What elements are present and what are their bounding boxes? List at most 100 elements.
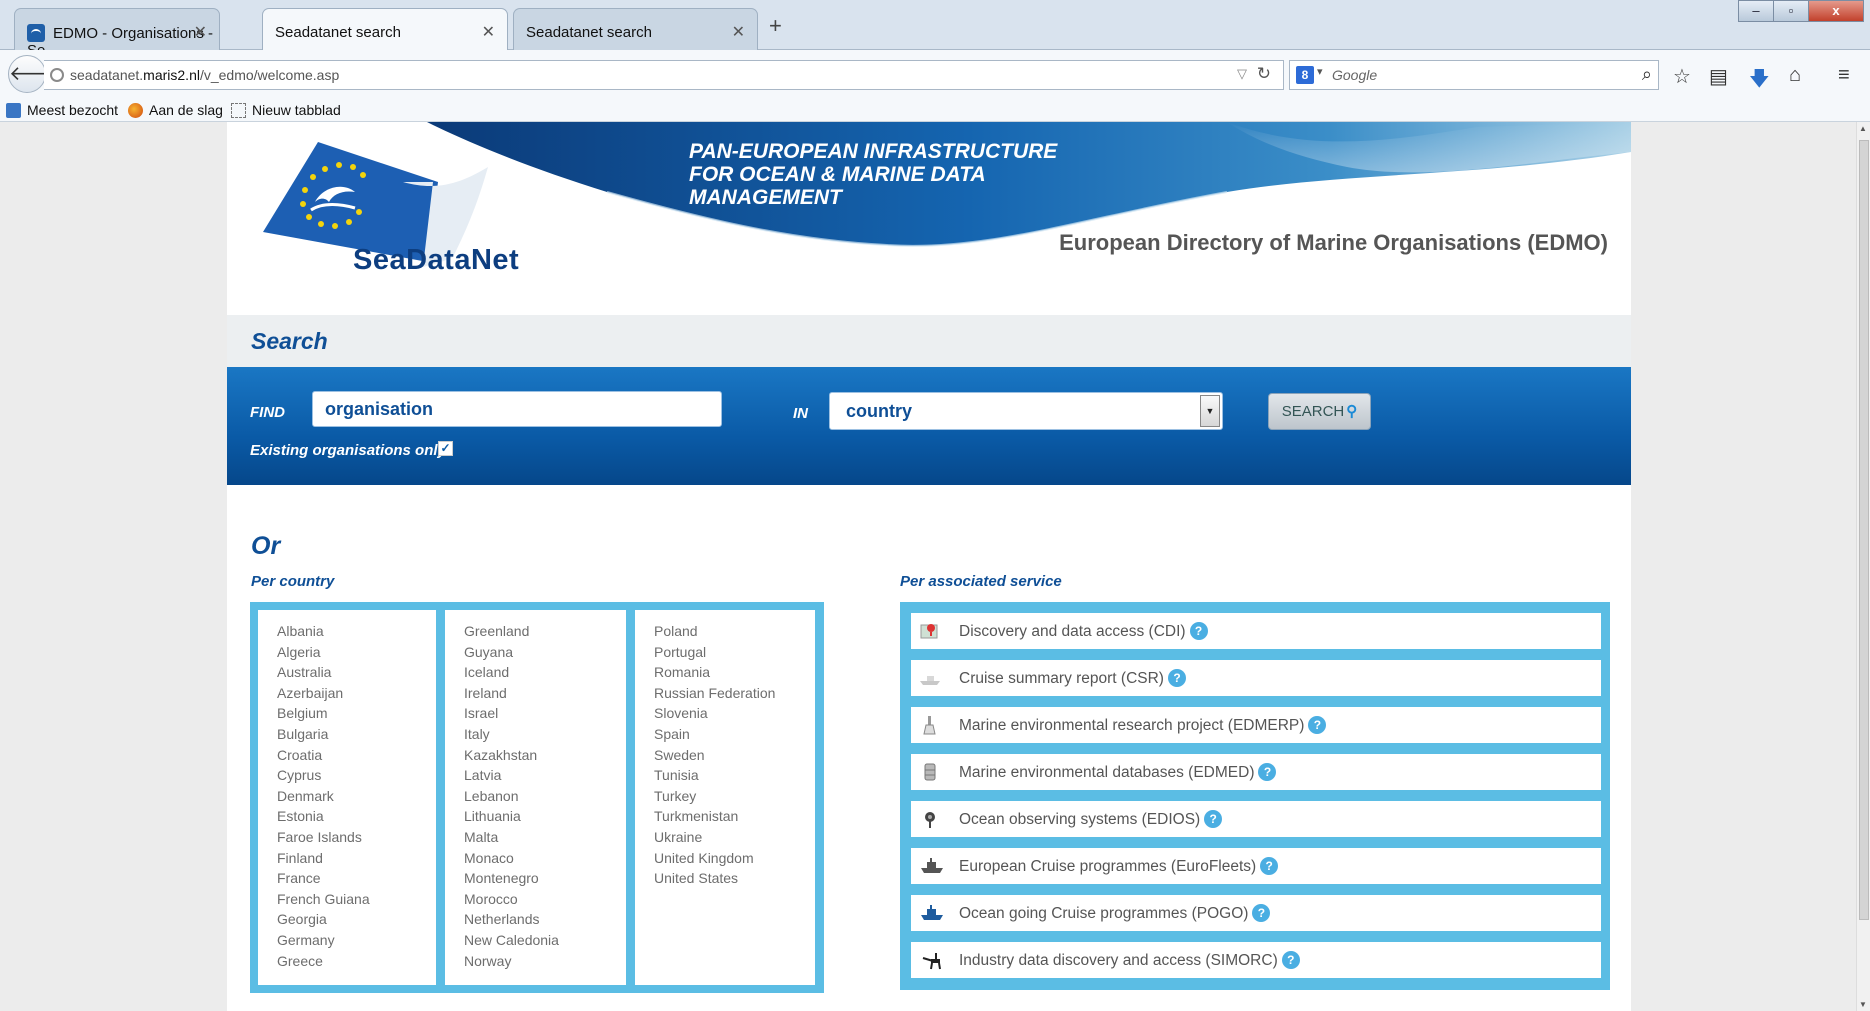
find-input[interactable] — [312, 391, 722, 427]
country-link[interactable]: Iceland — [464, 662, 626, 683]
new-tab-button[interactable]: + — [769, 13, 782, 39]
country-link[interactable]: Turkmenistan — [654, 806, 815, 827]
site-identity-globe-icon[interactable] — [50, 68, 64, 82]
country-link[interactable]: Kazakhstan — [464, 745, 626, 766]
country-link[interactable]: Georgia — [277, 909, 436, 930]
service-item-simorc[interactable]: Industry data discovery and access (SIMO… — [911, 942, 1601, 978]
country-link[interactable]: New Caledonia — [464, 930, 626, 951]
country-link[interactable]: Belgium — [277, 703, 436, 724]
minimize-button[interactable]: – — [1738, 0, 1774, 22]
help-icon[interactable]: ? — [1281, 951, 1300, 969]
downloads-icon[interactable]: 🡇 — [1749, 64, 1770, 98]
close-window-button[interactable]: x — [1808, 0, 1864, 22]
country-link[interactable]: Russian Federation — [654, 683, 815, 704]
seadatanet-logo[interactable]: SeaDataNet — [263, 142, 519, 292]
country-link[interactable]: Estonia — [277, 806, 436, 827]
web-search-box[interactable]: 8 ▾ Google ⌕ — [1289, 60, 1659, 90]
help-icon[interactable]: ? — [1252, 904, 1271, 922]
country-link[interactable]: Norway — [464, 951, 626, 972]
service-item-pogo[interactable]: Ocean going Cruise programmes (POGO)? — [911, 895, 1601, 931]
service-item-edmerp[interactable]: Marine environmental research project (E… — [911, 707, 1601, 743]
service-item-cdi[interactable]: Discovery and data access (CDI)? — [911, 613, 1601, 649]
in-select[interactable]: country ▼ — [829, 392, 1223, 430]
url-history-dropdown-icon[interactable]: ▽ — [1237, 66, 1247, 82]
browser-tab-seadatanet-search-active[interactable]: Seadatanet search ✕ — [262, 8, 508, 51]
menu-icon[interactable]: ≡ — [1838, 64, 1850, 87]
maximize-button[interactable]: ▫ — [1773, 0, 1809, 22]
browser-tab-seadatanet-search[interactable]: Seadatanet search ✕ — [513, 8, 758, 50]
help-icon[interactable]: ? — [1204, 810, 1223, 828]
country-link[interactable]: Monaco — [464, 848, 626, 869]
scroll-down-icon[interactable]: ▼ — [1859, 1000, 1867, 1009]
bookmarks-list-icon[interactable]: ▤ — [1709, 64, 1728, 89]
country-link[interactable]: Lebanon — [464, 786, 626, 807]
country-link[interactable]: Malta — [464, 827, 626, 848]
bookmark-nieuw-tabblad[interactable]: Nieuw tabblad — [231, 102, 341, 118]
country-link[interactable]: Latvia — [464, 765, 626, 786]
country-link[interactable]: Bulgaria — [277, 724, 436, 745]
reload-icon[interactable]: ↻ — [1257, 64, 1271, 84]
existing-only-checkbox[interactable]: ✓ — [438, 441, 453, 456]
chevron-down-icon[interactable]: ▼ — [1200, 395, 1220, 427]
country-link[interactable]: Morocco — [464, 889, 626, 910]
country-link[interactable]: Croatia — [277, 745, 436, 766]
country-link[interactable]: Romania — [654, 662, 815, 683]
search-button[interactable]: SEARCH ⚲ — [1268, 393, 1371, 430]
country-link[interactable]: French Guiana — [277, 889, 436, 910]
country-link[interactable]: Italy — [464, 724, 626, 745]
bookmark-star-icon[interactable]: ☆ — [1673, 64, 1691, 89]
country-link[interactable]: Turkey — [654, 786, 815, 807]
tab-close-icon[interactable]: ✕ — [194, 22, 207, 42]
country-link[interactable]: United States — [654, 868, 815, 889]
country-link[interactable]: Sweden — [654, 745, 815, 766]
help-icon[interactable]: ? — [1308, 716, 1327, 734]
country-link[interactable]: Australia — [277, 662, 436, 683]
country-link[interactable]: Netherlands — [464, 909, 626, 930]
country-link[interactable]: Portugal — [654, 642, 815, 663]
home-icon[interactable]: ⌂ — [1789, 64, 1801, 87]
country-link[interactable]: Poland — [654, 621, 815, 642]
country-link[interactable]: Albania — [277, 621, 436, 642]
country-link[interactable]: Israel — [464, 703, 626, 724]
help-icon[interactable]: ? — [1189, 622, 1208, 640]
country-link[interactable]: Finland — [277, 848, 436, 869]
country-link[interactable]: Greenland — [464, 621, 626, 642]
service-item-eurofleets[interactable]: European Cruise programmes (EuroFleets)? — [911, 848, 1601, 884]
page-scrollbar[interactable]: ▲ ▼ — [1856, 122, 1870, 1011]
country-link[interactable]: Tunisia — [654, 765, 815, 786]
country-link[interactable]: Lithuania — [464, 806, 626, 827]
country-link[interactable]: United Kingdom — [654, 848, 815, 869]
search-engine-google-icon[interactable]: 8 — [1296, 66, 1314, 84]
scroll-up-icon[interactable]: ▲ — [1859, 124, 1867, 133]
country-link[interactable]: Azerbaijan — [277, 683, 436, 704]
country-link[interactable]: Spain — [654, 724, 815, 745]
help-icon[interactable]: ? — [1258, 763, 1277, 781]
country-link[interactable]: Guyana — [464, 642, 626, 663]
tab-close-icon[interactable]: ✕ — [482, 22, 495, 42]
help-icon[interactable]: ? — [1167, 669, 1186, 687]
country-link[interactable]: Ukraine — [654, 827, 815, 848]
search-engine-dropdown-icon[interactable]: ▾ — [1317, 65, 1323, 78]
country-link[interactable]: Germany — [277, 930, 436, 951]
country-link[interactable]: Faroe Islands — [277, 827, 436, 848]
browser-tab-edmo[interactable]: EDMO - Organisations - Se... ✕ — [14, 8, 220, 59]
country-link[interactable]: Ireland — [464, 683, 626, 704]
address-bar[interactable]: seadatanet.maris2.nl/v_edmo/welcome.asp … — [44, 60, 1284, 90]
help-icon[interactable]: ? — [1260, 857, 1279, 875]
back-button[interactable]: 🡐 — [8, 55, 63, 93]
country-link[interactable]: Cyprus — [277, 765, 436, 786]
search-icon[interactable]: ⌕ — [1642, 64, 1652, 85]
bookmark-aan-de-slag[interactable]: Aan de slag — [128, 102, 223, 118]
service-item-csr[interactable]: Cruise summary report (CSR)? — [911, 660, 1601, 696]
country-link[interactable]: France — [277, 868, 436, 889]
country-link[interactable]: Slovenia — [654, 703, 815, 724]
country-link[interactable]: Montenegro — [464, 868, 626, 889]
service-item-edmed[interactable]: Marine environmental databases (EDMED)? — [911, 754, 1601, 790]
bookmark-meest-bezocht[interactable]: Meest bezocht — [6, 102, 118, 118]
scrollbar-thumb[interactable] — [1859, 140, 1869, 920]
tab-close-icon[interactable]: ✕ — [732, 22, 745, 42]
service-item-edios[interactable]: Ocean observing systems (EDIOS)? — [911, 801, 1601, 837]
country-link[interactable]: Algeria — [277, 642, 436, 663]
country-link[interactable]: Greece — [277, 951, 436, 972]
country-link[interactable]: Denmark — [277, 786, 436, 807]
